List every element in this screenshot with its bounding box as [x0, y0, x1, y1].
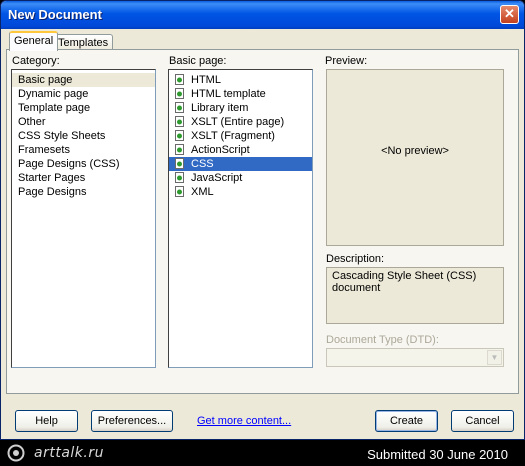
basic-page-item-css[interactable]: CSS — [169, 157, 312, 171]
chevron-down-icon[interactable]: ▼ — [487, 350, 502, 365]
category-item-other[interactable]: Other — [12, 115, 155, 129]
doctype-select[interactable]: ▼ — [326, 348, 504, 367]
document-icon — [175, 88, 184, 99]
document-icon — [175, 144, 184, 155]
document-icon — [175, 102, 184, 113]
description-box: Cascading Style Sheet (CSS) document — [326, 267, 504, 324]
help-button[interactable]: Help — [15, 410, 78, 432]
description-label: Description: — [326, 253, 385, 265]
document-icon — [175, 186, 184, 197]
category-item-dynamic-page[interactable]: Dynamic page — [12, 87, 155, 101]
close-icon[interactable]: ✕ — [500, 5, 519, 24]
category-item-framesets[interactable]: Framesets — [12, 143, 155, 157]
category-item-css-style-sheets[interactable]: CSS Style Sheets — [12, 129, 155, 143]
basic-page-item-library-item[interactable]: Library item — [169, 101, 312, 115]
tab-general[interactable]: General — [9, 31, 59, 51]
category-item-template-page[interactable]: Template page — [12, 101, 155, 115]
category-item-page-designs[interactable]: Page Designs — [12, 185, 155, 199]
preview-pane: <No preview> — [326, 69, 504, 246]
basic-page-item-html-template[interactable]: HTML template — [169, 87, 312, 101]
get-more-content-link[interactable]: Get more content... — [197, 415, 291, 427]
document-icon — [175, 158, 184, 169]
logo-text: arttalk.ru — [34, 445, 104, 461]
title-bar[interactable]: New Document ✕ — [1, 1, 524, 29]
submitted-date: Submitted 30 June 2010 — [367, 447, 508, 462]
new-document-dialog: New Document ✕ General Templates Categor… — [0, 0, 525, 440]
logo-icon — [7, 444, 25, 462]
preview-label: Preview: — [325, 55, 368, 67]
category-label: Category: — [12, 55, 60, 67]
basic-page-item-xslt-entire-page[interactable]: XSLT (Entire page) — [169, 115, 312, 129]
basic-page-list[interactable]: HTML HTML template Library item XSLT (En… — [168, 69, 313, 368]
category-item-page-designs-css[interactable]: Page Designs (CSS) — [12, 157, 155, 171]
category-item-basic-page[interactable]: Basic page — [12, 73, 155, 87]
document-icon — [175, 130, 184, 141]
basic-page-item-xml[interactable]: XML — [169, 185, 312, 199]
basic-page-item-html[interactable]: HTML — [169, 73, 312, 87]
basic-page-item-xslt-fragment[interactable]: XSLT (Fragment) — [169, 129, 312, 143]
basic-page-item-actionscript[interactable]: ActionScript — [169, 143, 312, 157]
doctype-label: Document Type (DTD): — [326, 334, 439, 346]
create-button[interactable]: Create — [375, 410, 438, 432]
basic-page-item-javascript[interactable]: JavaScript — [169, 171, 312, 185]
preferences-button[interactable]: Preferences... — [91, 410, 173, 432]
document-icon — [175, 74, 184, 85]
document-icon — [175, 172, 184, 183]
cancel-button[interactable]: Cancel — [451, 410, 514, 432]
category-list[interactable]: Basic page Dynamic page Template page Ot… — [11, 69, 156, 368]
document-icon — [175, 116, 184, 127]
category-item-starter-pages[interactable]: Starter Pages — [12, 171, 155, 185]
site-logo: arttalk.ru — [6, 444, 103, 462]
basic-page-label: Basic page: — [169, 55, 227, 67]
window-title: New Document — [8, 7, 102, 22]
preview-text: <No preview> — [381, 145, 449, 157]
